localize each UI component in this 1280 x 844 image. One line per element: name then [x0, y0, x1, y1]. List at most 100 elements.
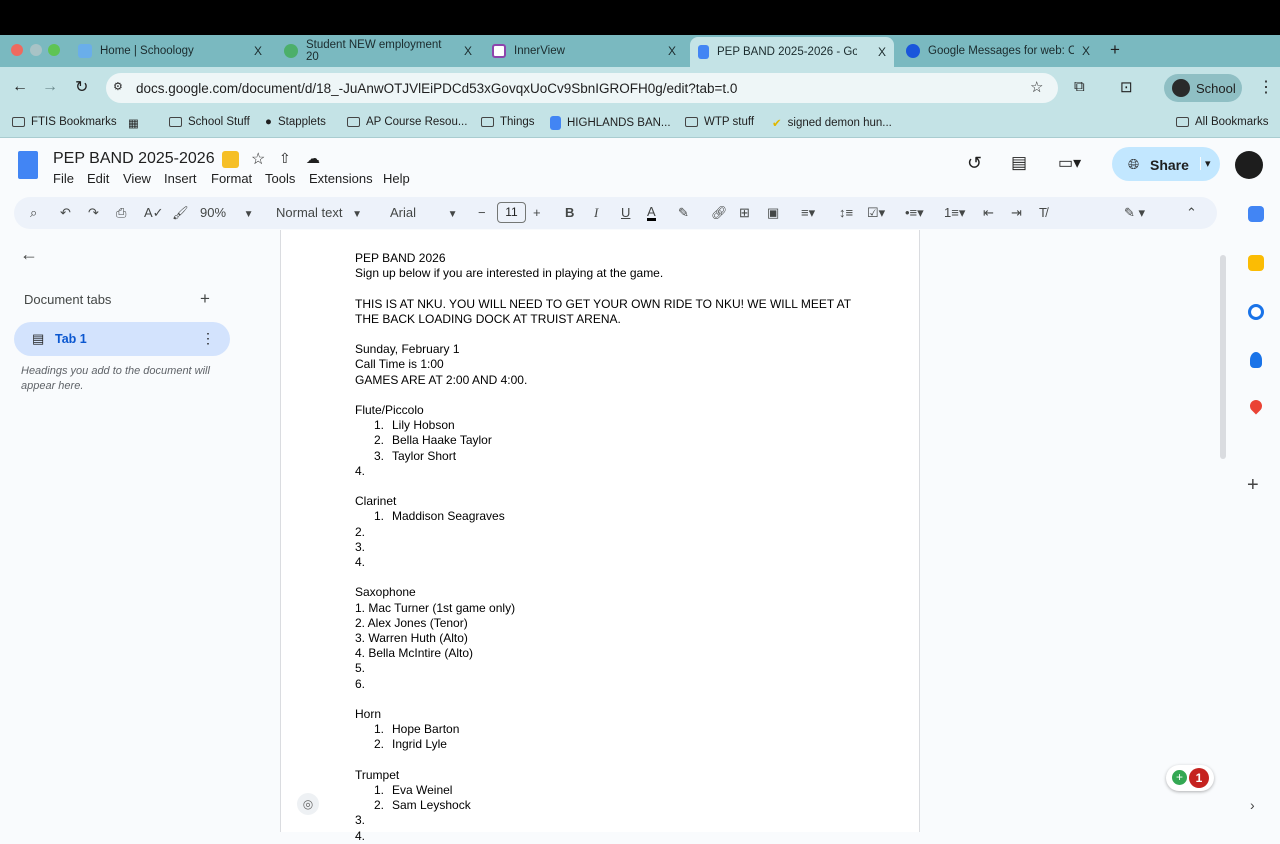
comments-icon[interactable]: ▤ [1011, 153, 1027, 173]
reload-icon[interactable]: ↻ [75, 77, 88, 97]
close-window-button[interactable] [11, 44, 23, 56]
editing-mode-icon[interactable]: ✎ ▾ [1124, 205, 1145, 221]
highlight-icon[interactable]: ✎ [678, 205, 689, 221]
docs-logo-icon[interactable] [18, 151, 38, 179]
print-icon[interactable]: ⎙ [116, 205, 126, 221]
browser-tab[interactable]: InnerView X [484, 38, 684, 64]
browser-menu-icon[interactable]: ⋮ [1258, 77, 1274, 97]
browser-tab[interactable]: Home | Schoology X [70, 38, 270, 64]
maps-icon[interactable] [1247, 397, 1265, 415]
bulleted-list-icon[interactable]: •≡▾ [905, 205, 924, 221]
zoom-select[interactable]: 90% ▼ [200, 205, 254, 220]
keep-icon[interactable] [1248, 255, 1264, 271]
apps-icon[interactable]: ▦ [128, 116, 139, 130]
fingerprint-icon[interactable]: ◎ [297, 793, 319, 815]
redo-icon[interactable]: ↷ [88, 205, 99, 221]
add-comment-icon[interactable]: ⊞ [739, 205, 750, 221]
version-history-icon[interactable]: ↺ [967, 153, 982, 174]
get-addons-icon[interactable]: + [1247, 474, 1259, 497]
browser-tab[interactable]: Student NEW employment 20 X [276, 38, 480, 64]
italic-icon[interactable]: I [594, 205, 598, 221]
close-tab-icon[interactable]: X [668, 44, 676, 58]
undo-icon[interactable]: ↶ [60, 205, 71, 221]
bookmark-highlands[interactable]: HIGHLANDS BAN... [550, 116, 671, 130]
cloud-status-icon[interactable]: ☁ [306, 150, 320, 167]
increase-font-size-icon[interactable]: + [533, 205, 541, 220]
bookmark-school-stuff[interactable]: School Stuff [169, 116, 250, 128]
browser-tab-active[interactable]: PEP BAND 2025-2026 - Goo X [690, 37, 894, 67]
profile-button[interactable]: School [1164, 74, 1242, 102]
font-select[interactable]: Arial ▼ [390, 205, 458, 220]
share-dropdown-icon[interactable]: ▾ [1200, 157, 1211, 170]
bookmark-ftis[interactable]: FTIS Bookmarks [12, 116, 117, 128]
bold-icon[interactable]: B [565, 205, 574, 220]
tasks-icon[interactable] [1248, 304, 1264, 320]
scrollbar[interactable] [1220, 255, 1226, 459]
all-bookmarks[interactable]: All Bookmarks [1176, 116, 1269, 128]
bookmark-label: FTIS Bookmarks [31, 116, 117, 128]
new-tab-button[interactable]: + [1110, 40, 1120, 60]
menu-view[interactable]: View [123, 171, 151, 186]
numbered-list-icon[interactable]: 1≡▾ [944, 205, 965, 221]
bookmark-ap-course[interactable]: AP Course Resou... [347, 116, 467, 128]
star-icon[interactable]: ☆ [251, 149, 265, 169]
menu-file[interactable]: File [53, 171, 74, 186]
tab-1[interactable] [14, 322, 230, 356]
menu-edit[interactable]: Edit [87, 171, 109, 186]
site-info-icon[interactable]: ⚙ [113, 80, 123, 93]
menu-help[interactable]: Help [383, 171, 410, 186]
paint-format-icon[interactable]: 🖌︎ [172, 205, 189, 221]
insert-image-icon[interactable]: ▣ [767, 205, 779, 221]
bookmark-star-icon[interactable]: ☆ [1030, 78, 1043, 96]
underline-icon[interactable]: U [621, 205, 630, 220]
menu-format[interactable]: Format [211, 171, 252, 186]
add-tab-button[interactable]: + [200, 289, 210, 309]
maximize-window-button[interactable] [48, 44, 60, 56]
close-tab-icon[interactable]: X [878, 45, 886, 59]
link-icon[interactable]: 🔗︎ [711, 205, 728, 221]
bookmark-wtp[interactable]: WTP stuff [685, 116, 754, 128]
offline-icon[interactable] [222, 151, 239, 168]
extensions-icon[interactable]: ⧉ [1074, 78, 1085, 95]
menu-extensions[interactable]: Extensions [309, 171, 373, 186]
document-line: GAMES ARE AT 2:00 AND 4:00. [355, 372, 528, 387]
minimize-window-button[interactable] [30, 44, 42, 56]
tab-search-icon[interactable]: ⊡ [1120, 78, 1133, 96]
menu-insert[interactable]: Insert [164, 171, 197, 186]
bookmark-stapplets[interactable]: ● Stapplets [265, 116, 326, 128]
account-avatar[interactable] [1235, 151, 1263, 179]
close-tab-icon[interactable]: X [1082, 44, 1090, 58]
menu-tools[interactable]: Tools [265, 171, 295, 186]
align-icon[interactable]: ≡▾ [801, 205, 815, 221]
line-spacing-icon[interactable]: ↕≡ [839, 205, 853, 220]
back-arrow-icon[interactable]: ← [20, 244, 38, 265]
decrease-indent-icon[interactable]: ⇤ [983, 205, 994, 221]
address-bar[interactable]: docs.google.com/document/d/18_-JuAnwOTJV… [106, 73, 1058, 103]
bookmark-things[interactable]: Things [481, 116, 535, 128]
decrease-font-size-icon[interactable]: − [478, 205, 486, 220]
list-item: Hope Barton [392, 722, 460, 737]
spellcheck-icon[interactable]: A✓ [144, 205, 164, 221]
back-icon[interactable]: ← [12, 78, 28, 96]
checklist-icon[interactable]: ☑▾ [867, 205, 885, 221]
bookmark-demon[interactable]: ✔ signed demon hun... [772, 116, 892, 130]
increase-indent-icon[interactable]: ⇥ [1011, 205, 1022, 221]
forward-icon[interactable]: → [42, 78, 58, 96]
close-tab-icon[interactable]: X [254, 44, 262, 58]
text-color-icon[interactable]: A [647, 205, 656, 221]
formatting-toolbar [14, 197, 1217, 229]
clear-formatting-icon[interactable]: T̸ [1039, 205, 1047, 220]
hide-menus-icon[interactable]: ⌃ [1186, 205, 1197, 221]
meet-icon[interactable]: ▭▾ [1058, 153, 1081, 173]
search-menus-icon[interactable]: ⌕ [30, 205, 37, 221]
move-icon[interactable]: ⇧ [279, 150, 291, 167]
contacts-icon[interactable] [1250, 352, 1262, 368]
style-select[interactable]: Normal text ▼ [276, 205, 362, 220]
close-tab-icon[interactable]: X [464, 44, 472, 58]
browser-tab[interactable]: Google Messages for web: Co X [898, 38, 1098, 64]
font-size-input[interactable]: 11 [497, 202, 526, 223]
show-side-panel-icon[interactable]: › [1250, 797, 1255, 813]
document-title[interactable]: PEP BAND 2025-2026 [53, 150, 215, 168]
calendar-icon[interactable] [1248, 206, 1264, 222]
tab-options-icon[interactable]: ⋮ [201, 330, 215, 347]
